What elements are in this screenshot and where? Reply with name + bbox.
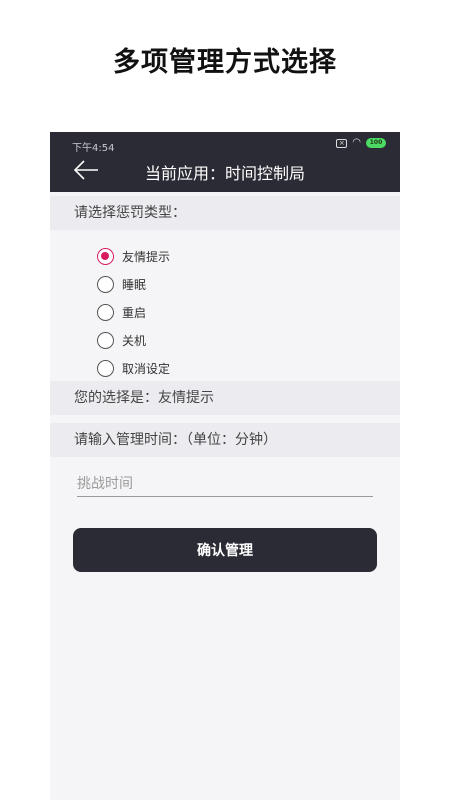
radio-unchecked-icon[interactable]	[97, 359, 114, 377]
radio-sleep[interactable]: 睡眠	[97, 270, 170, 298]
radio-cancel-setting[interactable]: 取消设定	[97, 354, 170, 382]
radio-label: 取消设定	[122, 361, 171, 376]
radio-label: 睡眠	[122, 277, 147, 292]
status-icons: × ◠ 100	[336, 138, 386, 148]
radio-unchecked-icon[interactable]	[97, 303, 114, 321]
app-bar: 下午4:54 × ◠ 100 当前应用：时间控制局	[50, 132, 400, 192]
arrow-left-icon[interactable]	[72, 158, 100, 182]
selection-result-text: 您的选择是：友情提示	[50, 381, 400, 415]
challenge-time-input[interactable]	[77, 471, 373, 497]
radio-label: 友情提示	[122, 249, 171, 264]
radio-unchecked-icon[interactable]	[97, 331, 114, 349]
banner-title: 多项管理方式选择	[113, 47, 337, 78]
radio-label: 关机	[122, 333, 147, 348]
sim-off-icon: ×	[336, 138, 348, 148]
radio-unchecked-icon[interactable]	[97, 275, 114, 293]
radio-friendly-reminder[interactable]: 友情提示	[97, 242, 170, 270]
phone-screen: 下午4:54 × ◠ 100 当前应用：时间控制局 请选择惩罚类型： 友情提示 …	[50, 132, 400, 800]
radio-checked-icon[interactable]	[97, 247, 114, 265]
confirm-management-button[interactable]: 确认管理	[73, 528, 377, 572]
battery-icon: 100	[366, 138, 386, 148]
radio-restart[interactable]: 重启	[97, 298, 170, 326]
wifi-icon: ◠	[352, 137, 361, 148]
penalty-type-heading: 请选择惩罚类型：	[50, 196, 400, 230]
time-input-heading: 请输入管理时间：（单位：分钟）	[50, 423, 400, 457]
status-time: 下午4:54	[72, 143, 115, 154]
penalty-radio-group: 友情提示 睡眠 重启 关机 取消设定	[97, 242, 170, 382]
radio-label: 重启	[122, 305, 147, 320]
radio-shutdown[interactable]: 关机	[97, 326, 170, 354]
page-title: 当前应用：时间控制局	[145, 164, 306, 183]
